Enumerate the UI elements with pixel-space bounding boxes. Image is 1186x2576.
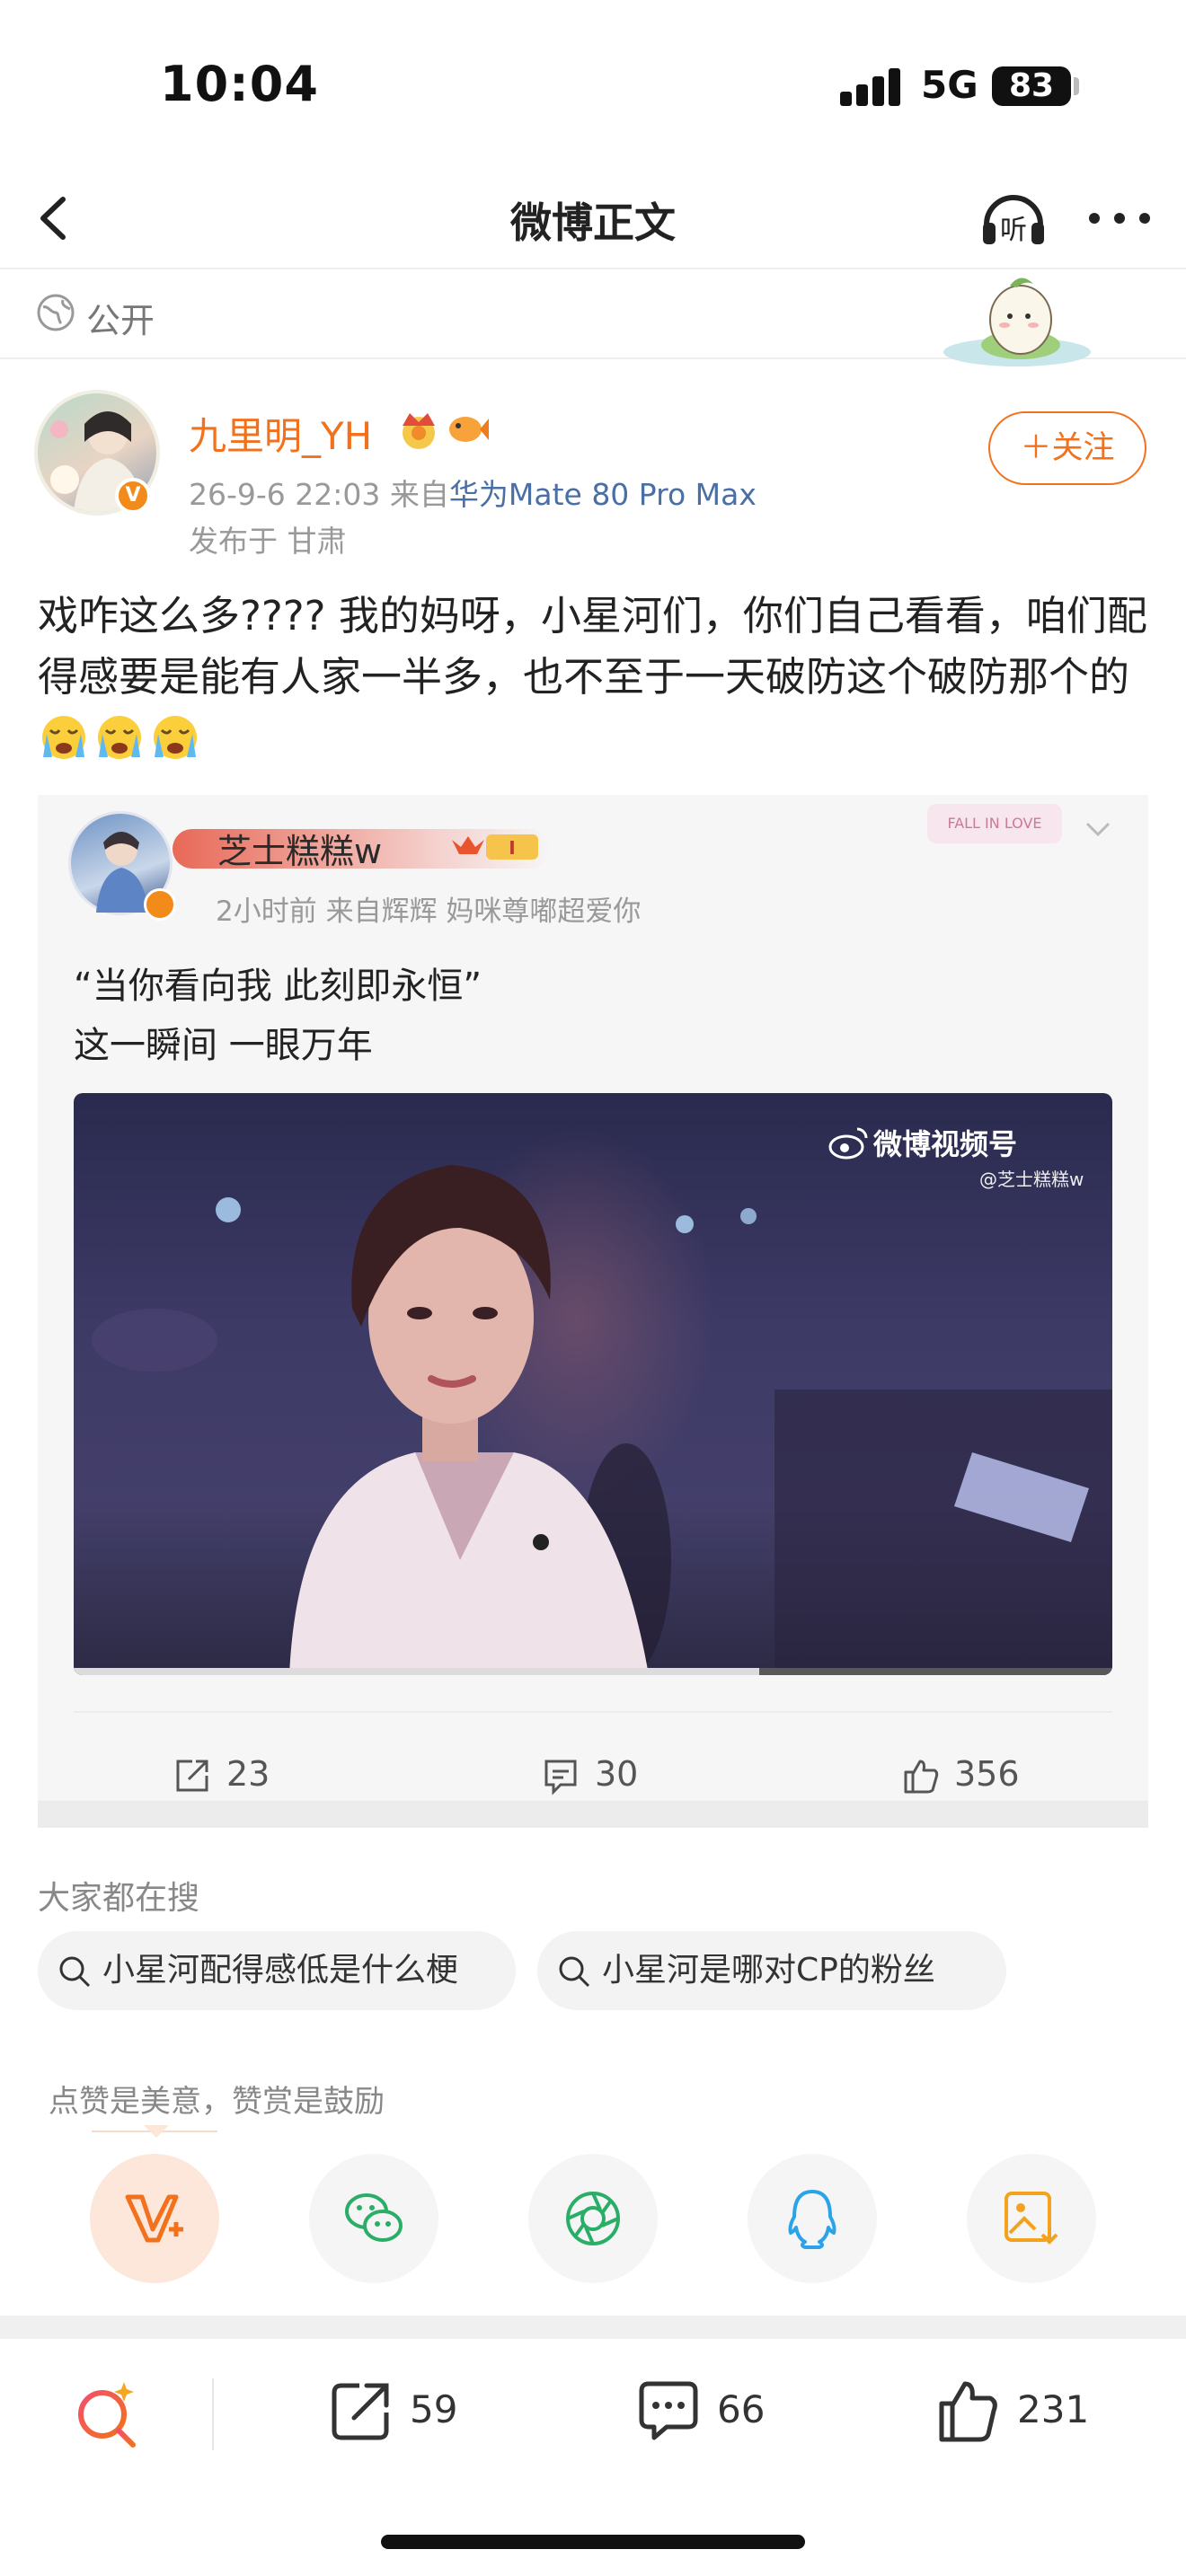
crown-badge-icon: [403, 413, 435, 449]
listen-icon[interactable]: 听: [978, 183, 1049, 255]
qq-icon: [788, 2190, 836, 2249]
video-watermark: @芝士糕糕w: [979, 1169, 1084, 1190]
thumbs-up-icon: [939, 2381, 997, 2442]
comment-count: 30: [595, 1754, 639, 1794]
share-moments-button[interactable]: [528, 2154, 658, 2283]
comment-icon: [544, 1760, 577, 1795]
battery-icon: 83: [992, 66, 1071, 106]
status-time: 10:04: [160, 56, 319, 112]
search-icon: [559, 1956, 590, 1988]
search-chip[interactable]: 小星河是哪对CP的粉丝: [537, 1931, 1006, 2010]
repost-card[interactable]: 芝士糕糕w I 2小时前 来自辉辉 妈咪尊嘟超爱你 FALL IN LOVE “…: [38, 795, 1148, 1828]
thumbs-up-icon: [904, 1760, 939, 1794]
repost-line: 这一瞬间 一眼万年: [74, 1025, 373, 1066]
follow-button[interactable]: ＋关注: [988, 411, 1146, 485]
visibility-label: 公开: [86, 301, 155, 340]
fish-badge-icon: [449, 417, 489, 442]
like-count: 231: [1017, 2387, 1090, 2431]
like-button[interactable]: 231: [934, 2375, 1096, 2447]
reward-icon: [125, 2194, 183, 2243]
search-chip[interactable]: 小星河配得感低是什么梗: [38, 1931, 516, 2010]
repost-line: “当你看向我 此刻即永恒”: [74, 966, 482, 1007]
bottom-action-bar: 59 66 231: [0, 2339, 1186, 2483]
repost-time: 2小时前 来自辉辉 妈咪尊嘟超爱你: [216, 895, 642, 928]
post-location: 发布于 甘肃: [189, 524, 347, 559]
share-icon: [176, 1760, 208, 1792]
crying-emoji-icon: [42, 716, 85, 759]
search-chip-label: 小星河是哪对CP的粉丝: [602, 1952, 935, 1989]
battery-tip: [1074, 77, 1079, 95]
save-image-button[interactable]: [967, 2154, 1096, 2283]
divider: [74, 1711, 1112, 1713]
share-wechat-button[interactable]: [309, 2154, 438, 2283]
sticker-badge: FALL IN LOVE: [927, 804, 1062, 843]
share-count: 59: [410, 2387, 458, 2431]
verified-badge-icon: V: [115, 478, 151, 514]
section-separator: [38, 1801, 1148, 1828]
video-progress-track[interactable]: [74, 1668, 1112, 1675]
share-count: 23: [226, 1754, 270, 1794]
repost-text: “当你看向我 此刻即永恒” 这一瞬间 一眼万年: [74, 957, 482, 1075]
share-qq-button[interactable]: [748, 2154, 877, 2283]
search-icon: [59, 1956, 91, 1988]
verified-badge-icon: [144, 888, 176, 921]
network-label: 5G: [921, 63, 978, 107]
repost-comment-button[interactable]: 30: [541, 1751, 667, 1801]
globe-icon: [37, 294, 75, 331]
crying-emoji-icon: [98, 716, 141, 759]
post-text: 戏咋这么多???? 我的妈呀，小星河们，你们自己看看，咱们配得感要是能有人家一半…: [38, 586, 1161, 769]
reward-button[interactable]: [90, 2154, 219, 2283]
search-chip-label: 小星河配得感低是什么梗: [102, 1952, 459, 1989]
crying-emoji-icon: [154, 716, 197, 759]
video-logo: 微博视频号: [873, 1127, 1018, 1161]
comment-count: 66: [717, 2387, 766, 2431]
level-badge-icon: I: [452, 834, 538, 860]
weibo-logo-icon: [828, 1127, 868, 1160]
svg-text:听: 听: [1000, 215, 1027, 246]
moments-icon: [566, 2192, 620, 2245]
home-indicator: [381, 2535, 805, 2549]
comment-button[interactable]: 66: [634, 2375, 796, 2447]
save-image-icon: [1005, 2192, 1058, 2245]
post-meta: 26-9-6 22:03 来自华为Mate 80 Pro Max: [189, 477, 757, 512]
video-subject: [289, 1165, 1112, 1675]
status-bar: 10:04 5G 83: [0, 0, 1186, 171]
reward-hint: 点赞是美意，赞赏是鼓励: [49, 2084, 385, 2120]
repost-author-name[interactable]: 芝士糕糕w: [217, 824, 382, 873]
wechat-icon: [345, 2193, 403, 2242]
nav-bar: 微博正文 听: [0, 171, 1186, 269]
video-progress-fill: [74, 1668, 759, 1675]
svg-text:I: I: [509, 837, 515, 859]
chevron-down-icon[interactable]: [1080, 815, 1116, 842]
mascot-sticker-icon: [943, 278, 1091, 366]
signal-icon: [840, 66, 903, 106]
repost-like-button[interactable]: 356: [900, 1751, 1053, 1801]
author-name[interactable]: 九里明_YH: [189, 406, 372, 461]
section-separator: [0, 2316, 1186, 2339]
video-player[interactable]: 微博视频号 @芝士糕糕w: [74, 1093, 1112, 1675]
visibility-row: 公开: [0, 269, 1186, 366]
hint-caret: [144, 2125, 169, 2138]
share-button[interactable]: 59: [327, 2375, 489, 2447]
comment-icon: [639, 2381, 698, 2440]
divider: [212, 2378, 214, 2450]
more-icon[interactable]: [1085, 196, 1154, 241]
like-count: 356: [954, 1754, 1020, 1794]
search-section-title: 大家都在搜: [38, 1880, 200, 1917]
share-icon: [332, 2383, 389, 2440]
device-link[interactable]: 华为Mate 80 Pro Max: [449, 477, 757, 512]
repost-share-button[interactable]: 23: [173, 1751, 298, 1801]
ai-search-icon[interactable]: [70, 2378, 142, 2450]
